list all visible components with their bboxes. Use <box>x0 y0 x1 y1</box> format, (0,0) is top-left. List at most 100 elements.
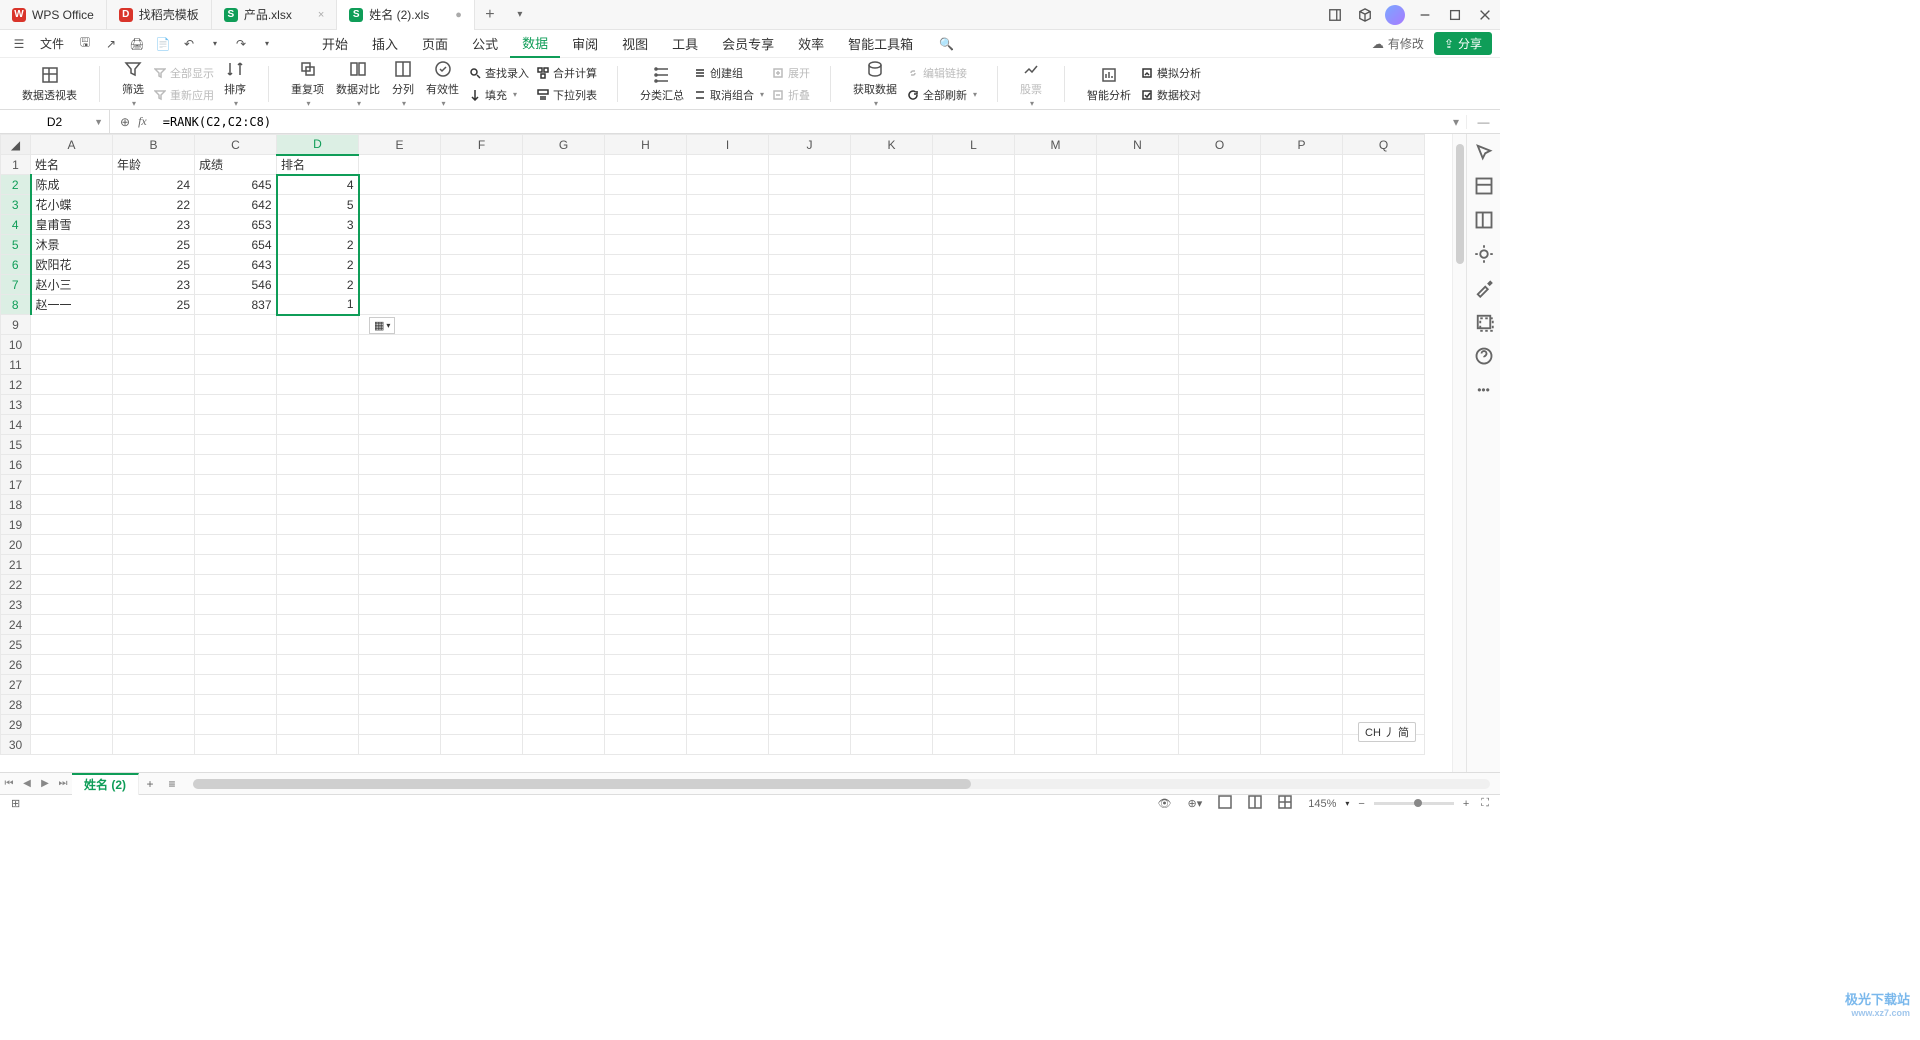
cell[interactable]: 赵一一 <box>31 295 113 315</box>
cell[interactable] <box>1343 475 1425 495</box>
cell[interactable] <box>523 715 605 735</box>
cell[interactable] <box>1097 355 1179 375</box>
sidepanel-layers-icon[interactable] <box>1474 312 1494 332</box>
cell[interactable] <box>933 475 1015 495</box>
cell[interactable] <box>1097 455 1179 475</box>
cell[interactable] <box>441 375 523 395</box>
cell[interactable] <box>933 695 1015 715</box>
cell[interactable] <box>605 515 687 535</box>
text-to-columns-button[interactable]: 分列 <box>386 57 420 110</box>
pivot-table-button[interactable]: 数据透视表 <box>16 63 83 105</box>
cell[interactable] <box>605 635 687 655</box>
cell[interactable] <box>113 415 195 435</box>
cell[interactable] <box>1179 335 1261 355</box>
cell[interactable] <box>1261 575 1343 595</box>
sheet-nav-first[interactable]: ⏮ <box>0 778 18 789</box>
cell[interactable] <box>851 635 933 655</box>
cell[interactable] <box>1343 455 1425 475</box>
cell[interactable] <box>687 575 769 595</box>
cell[interactable] <box>851 255 933 275</box>
cell[interactable] <box>605 715 687 735</box>
cell[interactable] <box>113 555 195 575</box>
menu-tab[interactable]: 智能工具箱 <box>836 30 925 58</box>
cell[interactable]: 2 <box>277 275 359 295</box>
cell[interactable] <box>441 215 523 235</box>
group-button[interactable]: 创建组 <box>690 63 768 83</box>
cell[interactable] <box>1343 675 1425 695</box>
cell[interactable] <box>851 595 933 615</box>
cell[interactable] <box>359 535 441 555</box>
cell[interactable] <box>1097 195 1179 215</box>
cell[interactable] <box>1179 215 1261 235</box>
print-preview-icon[interactable]: 📄 <box>152 33 174 55</box>
cell[interactable] <box>933 675 1015 695</box>
cell[interactable] <box>1015 175 1097 195</box>
cell[interactable] <box>851 395 933 415</box>
cell[interactable] <box>1015 355 1097 375</box>
cell[interactable]: 837 <box>195 295 277 315</box>
cell[interactable] <box>113 475 195 495</box>
cell[interactable] <box>933 575 1015 595</box>
cell[interactable] <box>277 695 359 715</box>
cell[interactable] <box>1261 415 1343 435</box>
cell[interactable] <box>277 335 359 355</box>
row-header[interactable]: 28 <box>1 695 31 715</box>
column-header[interactable]: K <box>851 135 933 155</box>
cell[interactable] <box>113 435 195 455</box>
ungroup-button[interactable]: 取消组合 <box>690 85 768 105</box>
cell[interactable] <box>687 435 769 455</box>
cell[interactable] <box>1343 275 1425 295</box>
print-icon[interactable]: 🖨 <box>126 33 148 55</box>
row-header[interactable]: 4 <box>1 215 31 235</box>
sheet-nav-next[interactable]: ▶ <box>36 778 54 789</box>
cell[interactable] <box>113 595 195 615</box>
cell[interactable] <box>687 375 769 395</box>
simulate-button[interactable]: 模拟分析 <box>1137 63 1205 83</box>
cell[interactable] <box>933 295 1015 315</box>
cell[interactable] <box>523 455 605 475</box>
cell[interactable] <box>687 195 769 215</box>
cell[interactable] <box>1097 675 1179 695</box>
cell[interactable] <box>1015 715 1097 735</box>
fx-icon[interactable]: fx <box>138 114 147 129</box>
cell[interactable] <box>31 495 113 515</box>
cell[interactable] <box>851 195 933 215</box>
cell[interactable] <box>1343 235 1425 255</box>
cell[interactable] <box>113 455 195 475</box>
cell[interactable] <box>441 735 523 755</box>
cell[interactable] <box>687 595 769 615</box>
row-header[interactable]: 3 <box>1 195 31 215</box>
cell[interactable] <box>851 175 933 195</box>
cell[interactable] <box>1097 255 1179 275</box>
cell[interactable] <box>113 355 195 375</box>
cell[interactable] <box>31 615 113 635</box>
cell[interactable] <box>933 375 1015 395</box>
menu-tab[interactable]: 会员专享 <box>710 30 786 58</box>
cell[interactable] <box>359 175 441 195</box>
cell[interactable] <box>441 675 523 695</box>
column-header[interactable]: B <box>113 135 195 155</box>
cell[interactable] <box>1097 375 1179 395</box>
cell[interactable] <box>523 515 605 535</box>
cell[interactable] <box>605 175 687 195</box>
window-maximize-button[interactable] <box>1440 0 1470 30</box>
cell[interactable] <box>1015 195 1097 215</box>
cell[interactable] <box>851 295 933 315</box>
status-eye-icon[interactable]: 👁 <box>1155 797 1175 810</box>
cell[interactable] <box>1097 275 1179 295</box>
search-icon[interactable]: 🔍 <box>939 37 954 51</box>
cell[interactable] <box>1015 635 1097 655</box>
cell[interactable] <box>523 415 605 435</box>
row-header[interactable]: 19 <box>1 515 31 535</box>
dropdown-list-button[interactable]: 下拉列表 <box>533 85 601 105</box>
title-tab[interactable]: D找稻壳模板 <box>107 0 212 30</box>
cell[interactable] <box>1179 375 1261 395</box>
cell[interactable] <box>31 475 113 495</box>
cell[interactable] <box>441 355 523 375</box>
cell[interactable] <box>769 215 851 235</box>
cell[interactable] <box>359 555 441 575</box>
cell[interactable] <box>1015 735 1097 755</box>
column-header[interactable]: I <box>687 135 769 155</box>
cell[interactable] <box>1097 155 1179 175</box>
cell[interactable] <box>687 335 769 355</box>
